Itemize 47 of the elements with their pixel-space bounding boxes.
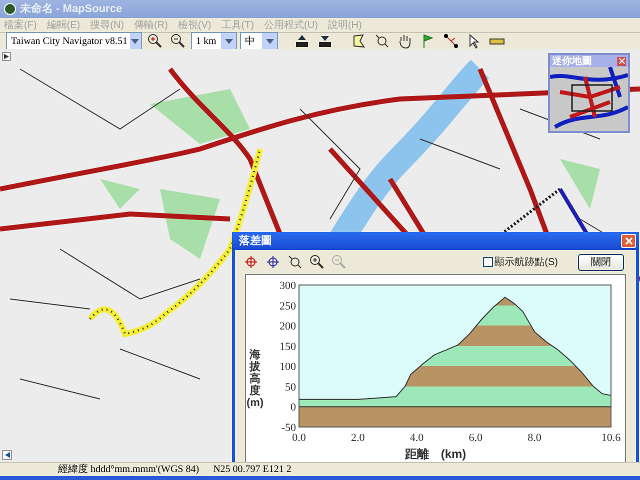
menu-item[interactable]: 檔案(F) [4,18,37,32]
y-tick-label: 150 [280,340,296,353]
close-button[interactable] [617,56,626,66]
menu-item[interactable]: 工具(T) [221,18,254,32]
mini-map-drawing[interactable] [550,67,628,131]
show-track-points-checkbox[interactable]: 顯示航跡點(S) [482,254,558,270]
y-tick-label: 50 [285,381,296,394]
y-tick-label: 100 [280,361,296,374]
detail-select[interactable]: 中 [240,32,278,50]
map-product-select[interactable]: Taiwan City Navigator v8.51 [6,32,142,50]
dialog-title: 落差圖 [238,234,272,249]
map-view[interactable]: 迷你地圖 落差圖 顯示航跡點(S) 關閉 海拔高度 (m) -50 0 50 100 150 200 250 300 0.0 2.0 4.0 6.0 8.0 10.6 距離 (km) [0,49,640,462]
x-tick-label: 4.0 [410,432,424,444]
y-tick-label: -50 [282,422,296,434]
menu-item[interactable]: 編輯(E) [46,18,80,32]
x-tick-label: 2.0 [351,432,366,444]
y-tick-label: 300 [280,280,296,292]
scroll-right-icon[interactable] [2,52,11,61]
window-title: 未命名 - MapSource [20,2,122,17]
y-axis-label: 海拔高度 (m) [246,348,264,410]
x-tick-label: 10.6 [602,432,621,444]
x-tick-label: 8.0 [528,432,542,444]
park-area [160,189,220,259]
park-area [560,159,600,209]
menu-item[interactable]: 公用程式(U) [264,18,318,32]
y-tick-label: 250 [280,300,296,312]
x-tick-label: 6.0 [469,432,483,444]
close-icon [618,58,624,64]
y-tick-label: 200 [280,320,296,333]
menu-item[interactable]: 搜尋(N) [90,18,124,32]
menu-item[interactable]: 傳輸(R) [134,18,168,32]
mini-map-title: 迷你地圖 [552,54,592,68]
coordinate-format: 經緯度 hddd°mm.mmm'(WGS 84) [58,462,200,477]
scroll-left-icon[interactable] [2,450,12,460]
cursor-position: N25 00.797 E121 2 [213,463,292,477]
close-button[interactable] [621,234,636,248]
park-area [100,179,140,209]
menu-item[interactable]: 檢視(V) [178,18,212,32]
menu-item[interactable]: 說明(H) [328,18,362,32]
route-icon[interactable] [441,31,461,51]
x-tick-label: 0.0 [292,432,306,444]
close-dialog-button[interactable]: 關閉 [578,254,624,270]
scale-select[interactable]: 1 km [191,32,237,50]
app-icon [4,3,16,15]
x-axis-label: 距離 (km) [404,446,466,462]
y-tick-label: 0 [290,402,296,414]
close-icon [624,237,632,245]
